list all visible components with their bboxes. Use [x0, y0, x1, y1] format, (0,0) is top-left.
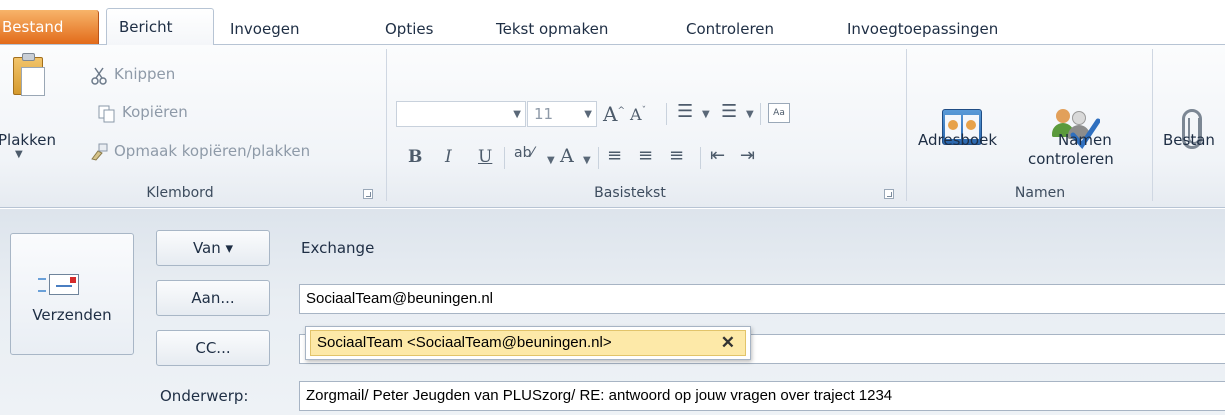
copy-button[interactable]: Kopiëren — [122, 103, 188, 121]
paste-button[interactable]: Plakken — [0, 131, 56, 149]
tab-add-ins[interactable]: Invoegtoepassingen — [847, 14, 998, 44]
clipboard-launcher-icon[interactable] — [363, 189, 373, 199]
grow-font-icon[interactable]: A^ — [603, 102, 625, 126]
font-color-icon[interactable]: A — [560, 145, 574, 167]
attach-file-button[interactable]: Bestan — [1163, 131, 1215, 149]
from-button[interactable]: Van ▾ — [156, 230, 270, 266]
font-name-combobox[interactable]: ▼ — [396, 101, 526, 127]
chevron-down-icon[interactable]: ▼ — [746, 109, 754, 120]
close-icon[interactable]: ✕ — [721, 331, 735, 355]
bullets-icon[interactable]: ☰ — [677, 101, 693, 122]
suggestion-text: SociaalTeam <SociaalTeam@beuningen.nl> — [317, 334, 612, 351]
group-label-basic-text: Basistekst — [594, 185, 666, 201]
message-header-form: Verzenden Van ▾ Exchange Aan... SociaalT… — [0, 209, 1225, 415]
send-button[interactable]: Verzenden — [10, 233, 134, 355]
chevron-down-icon[interactable]: ▼ — [702, 109, 710, 120]
numbering-icon[interactable]: ☰ — [721, 101, 737, 122]
check-names-button-line2[interactable]: controleren — [1028, 150, 1114, 168]
paste-dropdown-icon[interactable]: ▼ — [15, 149, 23, 160]
cc-button[interactable]: CC... — [156, 330, 270, 366]
subject-label: Onderwerp: — [160, 387, 249, 405]
tab-options[interactable]: Opties — [385, 14, 433, 44]
send-label: Verzenden — [32, 306, 112, 324]
separator — [666, 103, 667, 125]
font-size-value: 11 — [534, 105, 554, 123]
autocomplete-suggestion[interactable]: SociaalTeam <SociaalTeam@beuningen.nl> ✕ — [310, 330, 746, 356]
basic-text-launcher-icon[interactable] — [884, 189, 894, 199]
group-separator — [386, 49, 387, 201]
group-separator — [1152, 49, 1153, 201]
italic-button[interactable]: I — [445, 147, 452, 167]
chevron-down-icon[interactable]: ▼ — [547, 155, 555, 166]
check-names-button-line1[interactable]: Namen — [1058, 131, 1112, 149]
tab-format-text[interactable]: Tekst opmaken — [496, 14, 608, 44]
shrink-font-icon[interactable]: Aˇ — [630, 105, 646, 124]
separator — [598, 147, 599, 169]
format-painter-button[interactable]: Opmaak kopiëren/plakken — [114, 142, 310, 160]
from-value: Exchange — [301, 239, 375, 257]
decrease-indent-icon[interactable]: ⇤ — [710, 145, 725, 166]
group-label-clipboard: Klembord — [146, 185, 214, 201]
tab-file[interactable]: Bestand — [0, 10, 99, 44]
format-painter-icon — [91, 143, 108, 161]
envelope-icon — [49, 274, 79, 295]
increase-indent-icon[interactable]: ⇥ — [740, 145, 755, 166]
tab-message[interactable]: Bericht — [106, 8, 214, 45]
cut-button[interactable]: Knippen — [114, 65, 175, 83]
group-label-names: Namen — [1014, 185, 1066, 201]
tab-insert[interactable]: Invoegen — [230, 14, 299, 44]
address-book-button[interactable]: Adresboek — [918, 131, 997, 149]
font-size-combobox[interactable]: 11 ▼ — [527, 101, 597, 127]
chevron-down-icon[interactable]: ▼ — [583, 155, 591, 166]
copy-icon — [98, 105, 115, 123]
highlight-icon[interactable]: ab⁄ — [514, 145, 534, 161]
to-button[interactable]: Aan... — [156, 280, 270, 316]
underline-button[interactable]: U — [478, 147, 492, 167]
chevron-down-icon[interactable]: ▼ — [584, 109, 592, 120]
align-center-icon[interactable]: ≡ — [638, 145, 653, 166]
send-lines-icon — [38, 278, 46, 292]
align-left-icon[interactable]: ≡ — [607, 145, 622, 166]
tab-review[interactable]: Controleren — [686, 14, 774, 44]
chevron-down-icon[interactable]: ▼ — [513, 109, 521, 120]
styles-icon[interactable]: Aa — [768, 103, 790, 123]
separator — [700, 147, 701, 169]
autocomplete-popup: SociaalTeam <SociaalTeam@beuningen.nl> ✕ — [305, 326, 751, 360]
to-field[interactable]: SociaalTeam@beuningen.nl — [299, 284, 1225, 314]
separator — [760, 103, 761, 125]
align-right-icon[interactable]: ≡ — [669, 145, 684, 166]
ribbon: Plakken ▼ Knippen Kopiëren Opmaak kopiër… — [0, 44, 1225, 208]
subject-field[interactable]: Zorgmail/ Peter Jeugden van PLUSzorg/ RE… — [299, 381, 1225, 411]
scissors-icon — [91, 67, 107, 85]
ribbon-tab-bar: Bestand Bericht Invoegen Opties Tekst op… — [0, 0, 1225, 45]
bold-button[interactable]: B — [408, 147, 422, 167]
paste-icon[interactable] — [13, 53, 47, 97]
separator — [504, 147, 505, 169]
group-separator — [906, 49, 907, 201]
